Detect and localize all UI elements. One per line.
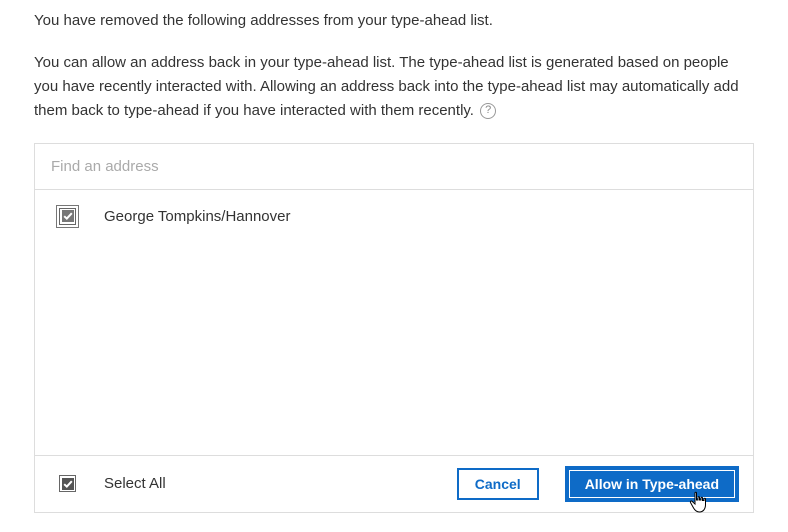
address-list: George Tompkins/Hannover xyxy=(35,190,753,455)
intro-allow-text: You can allow an address back in your ty… xyxy=(34,51,754,123)
address-name: George Tompkins/Hannover xyxy=(104,208,291,225)
panel-footer: Select All Cancel Allow in Type-ahead xyxy=(35,455,753,512)
intro-allow-body: You can allow an address back in your ty… xyxy=(34,54,739,119)
address-checkbox[interactable] xyxy=(59,208,76,225)
address-panel: George Tompkins/Hannover Select All Canc… xyxy=(34,143,754,513)
select-all-checkbox[interactable] xyxy=(59,475,76,492)
search-input[interactable] xyxy=(35,144,753,189)
cancel-button[interactable]: Cancel xyxy=(457,468,539,500)
allow-button[interactable]: Allow in Type-ahead xyxy=(567,468,737,500)
select-all-group[interactable]: Select All xyxy=(51,475,429,492)
list-item[interactable]: George Tompkins/Hannover xyxy=(51,204,737,229)
intro-removed-text: You have removed the following addresses… xyxy=(34,10,754,33)
search-row xyxy=(35,144,753,190)
select-all-label: Select All xyxy=(104,475,166,492)
help-icon[interactable]: ? xyxy=(480,103,496,119)
